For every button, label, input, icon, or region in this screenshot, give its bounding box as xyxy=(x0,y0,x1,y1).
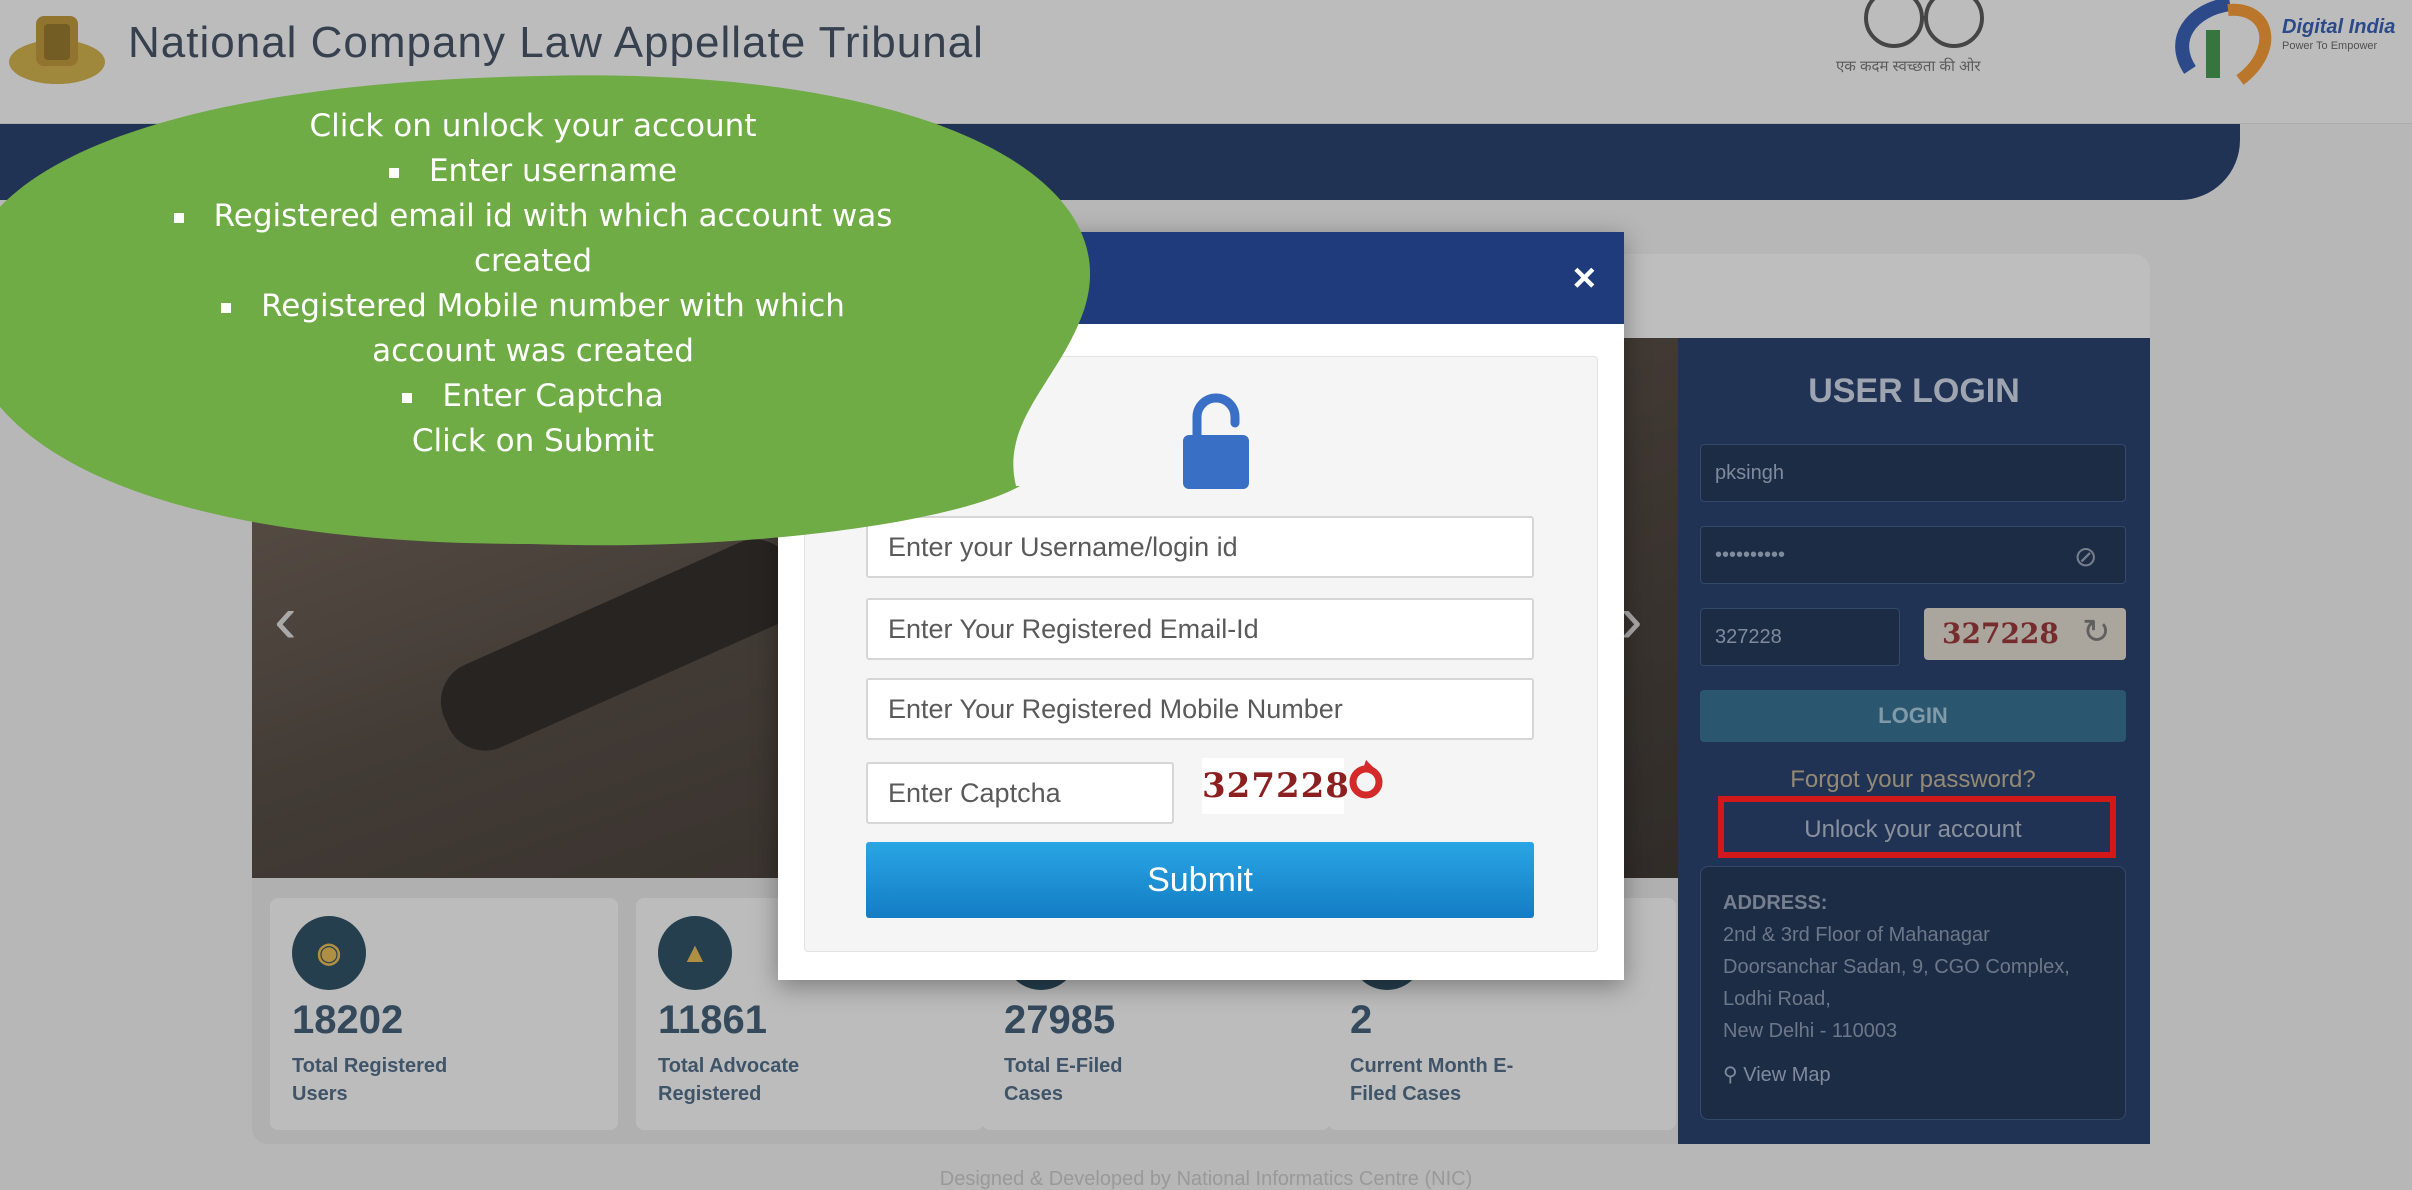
bullet-icon xyxy=(402,392,413,403)
bullet-icon xyxy=(173,212,184,223)
close-icon[interactable]: × xyxy=(1573,256,1596,301)
callout-bullet: Enter username xyxy=(130,149,936,194)
captcha-refresh-icon[interactable] xyxy=(1346,758,1386,802)
callout-text: Click on unlock your account Enter usern… xyxy=(130,104,936,464)
callout-bullet: Enter Captcha xyxy=(130,374,936,419)
callout-bullet: Registered email id with which account w… xyxy=(130,194,936,239)
unlock-highlight-box xyxy=(1718,796,2116,858)
unlock-icon xyxy=(1183,393,1249,489)
callout-line: Click on Submit xyxy=(411,423,655,459)
email-input[interactable] xyxy=(866,598,1534,660)
callout-bullet: Registered Mobile number with which xyxy=(130,284,936,329)
callout-continuation: created xyxy=(473,243,593,279)
callout-continuation: account was created xyxy=(372,333,694,369)
bullet-icon xyxy=(221,302,232,313)
callout-bullet-text: Registered Mobile number with which xyxy=(261,288,845,324)
captcha-input[interactable] xyxy=(866,762,1174,824)
mobile-number-input[interactable] xyxy=(866,678,1534,740)
callout-bullet-text: Enter Captcha xyxy=(442,378,664,414)
callout-bullet-text: Enter username xyxy=(428,153,678,189)
submit-button[interactable]: Submit xyxy=(866,842,1534,918)
captcha-image: 327228 xyxy=(1202,758,1349,814)
callout-bullet-text: Registered email id with which account w… xyxy=(213,198,893,234)
bullet-icon xyxy=(388,167,399,178)
callout-line: Click on unlock your account xyxy=(309,108,757,144)
